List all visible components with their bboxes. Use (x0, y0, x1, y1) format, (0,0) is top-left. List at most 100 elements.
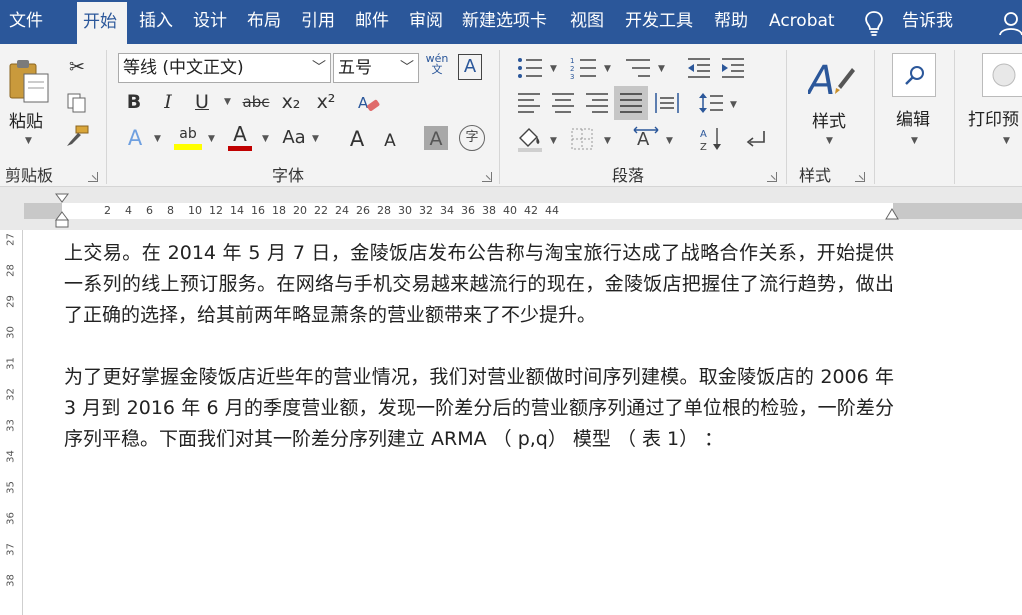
group-separator (874, 50, 875, 184)
tab-design[interactable]: 设计 (193, 0, 227, 44)
align-center-icon[interactable] (550, 91, 576, 115)
tab-acrobat[interactable]: Acrobat (769, 0, 835, 44)
highlight-button[interactable]: ab (174, 126, 202, 150)
ruler-tick-label: 24 (335, 204, 349, 217)
shading-dropdown-icon[interactable]: ▼ (550, 136, 557, 146)
shrink-font-button[interactable]: A (378, 128, 402, 154)
horizontal-ruler[interactable]: 2 4 6 8 10 12 14 16 18 20 22 24 26 28 30 32 34 36 38 40 42 44 (0, 187, 1022, 230)
tab-mailings[interactable]: 邮件 (355, 0, 389, 44)
user-icon[interactable] (998, 10, 1022, 36)
strikethrough-button[interactable]: abc (240, 89, 272, 115)
superscript-button[interactable]: x² (313, 89, 339, 115)
paragraph-launcher-icon[interactable] (767, 172, 777, 182)
subscript-button[interactable]: x₂ (278, 89, 304, 115)
ribbon: 粘贴 ▼ ✂ 剪贴板 等线 (中文正文) ﹀ 五号 ﹀ wén 文 A B I … (0, 44, 1022, 187)
justify-button[interactable] (614, 86, 648, 120)
print-preview-box[interactable] (982, 53, 1022, 97)
borders-dropdown-icon[interactable]: ▼ (604, 136, 611, 146)
change-case-button[interactable]: Aa (280, 125, 308, 151)
font-color-button[interactable]: A (228, 124, 252, 151)
change-case-dropdown-icon[interactable]: ▼ (312, 134, 319, 144)
paste-button[interactable]: 粘贴 (9, 107, 43, 132)
highlight-dropdown-icon[interactable]: ▼ (208, 134, 215, 144)
show-formatting-marks-icon[interactable] (744, 128, 770, 152)
character-shading-button[interactable]: A (424, 126, 448, 150)
sort-icon[interactable]: A Z (698, 126, 724, 152)
chinese-layout-icon[interactable]: A (632, 126, 660, 152)
chevron-down-icon[interactable]: ﹀ (312, 54, 326, 82)
distributed-align-icon[interactable] (654, 91, 680, 115)
print-preview-button[interactable]: 打印预 (968, 105, 1019, 130)
align-right-icon[interactable] (584, 91, 610, 115)
svg-text:A: A (808, 58, 835, 102)
editing-dropdown-icon[interactable]: ▼ (911, 136, 918, 146)
align-left-icon[interactable] (516, 91, 542, 115)
styles-launcher-icon[interactable] (855, 172, 865, 182)
multilevel-dropdown-icon[interactable]: ▼ (658, 64, 665, 74)
increase-indent-icon[interactable] (720, 56, 746, 80)
tab-help[interactable]: 帮助 (714, 0, 748, 44)
chevron-down-icon[interactable]: ﹀ (400, 54, 414, 82)
tab-review[interactable]: 审阅 (409, 0, 443, 44)
phonetic-guide-button[interactable]: wén 文 (425, 53, 449, 75)
enclose-characters-button[interactable]: 字 (459, 125, 485, 151)
tell-me-box[interactable]: 告诉我 (902, 0, 953, 44)
numbering-icon[interactable]: 1 2 3 (570, 56, 598, 80)
multilevel-list-icon[interactable] (624, 56, 652, 80)
tab-file[interactable]: 文件 (9, 0, 43, 44)
tab-insert[interactable]: 插入 (139, 0, 173, 44)
tab-home[interactable]: 开始 (77, 0, 127, 44)
cut-icon[interactable]: ✂ (64, 54, 90, 80)
svg-text:Z: Z (700, 142, 707, 152)
styles-dropdown-icon[interactable]: ▼ (826, 136, 833, 146)
text-effects-dropdown-icon[interactable]: ▼ (154, 134, 161, 144)
shading-icon[interactable] (516, 126, 544, 152)
font-name-combo[interactable]: 等线 (中文正文) ﹀ (118, 53, 331, 83)
numbering-dropdown-icon[interactable]: ▼ (604, 64, 611, 74)
find-box[interactable] (892, 53, 936, 97)
indent-marker-icon[interactable] (55, 192, 69, 230)
line-spacing-dropdown-icon[interactable]: ▼ (730, 100, 737, 110)
styles-icon[interactable]: A (808, 56, 856, 102)
tab-view[interactable]: 视图 (570, 0, 604, 44)
tab-developer[interactable]: 开发工具 (625, 0, 693, 44)
bullets-icon[interactable] (516, 56, 544, 80)
lightbulb-icon[interactable] (861, 9, 887, 37)
italic-button[interactable]: I (156, 89, 180, 115)
format-painter-icon[interactable] (64, 124, 90, 148)
decrease-indent-icon[interactable] (686, 56, 712, 80)
document-page[interactable]: 上交易。在 2014 年 5 月 7 日，金陵饭店发布公告称与淘宝旅行达成了战略… (23, 230, 1022, 615)
tab-new-tab[interactable]: 新建选项卡 (462, 0, 547, 44)
paste-icon[interactable] (6, 56, 52, 106)
clipboard-launcher-icon[interactable] (88, 172, 98, 182)
document-paragraph-1[interactable]: 上交易。在 2014 年 5 月 7 日，金陵饭店发布公告称与淘宝旅行达成了战略… (64, 238, 894, 331)
right-indent-marker-icon[interactable] (885, 207, 899, 221)
chinese-layout-dropdown-icon[interactable]: ▼ (666, 136, 673, 146)
bold-button[interactable]: B (122, 89, 146, 115)
vertical-ruler-tick-label: 33 (5, 419, 17, 432)
font-size-combo[interactable]: 五号 ﹀ (333, 53, 419, 83)
font-color-dropdown-icon[interactable]: ▼ (262, 134, 269, 144)
tab-layout[interactable]: 布局 (247, 0, 281, 44)
vertical-ruler[interactable]: 27 28 29 30 31 32 33 34 35 36 37 38 (0, 230, 23, 615)
print-dropdown-icon[interactable]: ▼ (1003, 136, 1010, 146)
text-effects-button[interactable]: A (122, 125, 148, 151)
tab-references[interactable]: 引用 (301, 0, 335, 44)
bullets-dropdown-icon[interactable]: ▼ (550, 64, 557, 74)
underline-dropdown-icon[interactable]: ▼ (224, 97, 231, 107)
styles-group-label: 样式 (799, 166, 832, 185)
borders-icon[interactable] (570, 127, 594, 151)
styles-button[interactable]: 样式 (812, 107, 846, 132)
grow-font-button[interactable]: A (344, 126, 370, 152)
clear-formatting-icon[interactable]: A (356, 92, 382, 116)
line-spacing-icon[interactable] (698, 91, 724, 115)
character-border-button[interactable]: A (458, 54, 482, 80)
paste-dropdown-icon[interactable]: ▼ (25, 136, 32, 146)
editing-button[interactable]: 编辑 (896, 105, 930, 130)
font-launcher-icon[interactable] (482, 172, 492, 182)
underline-button[interactable]: U (190, 89, 214, 115)
ruler-tick-label: 34 (440, 204, 454, 217)
document-paragraph-2[interactable]: 为了更好掌握金陵饭店近些年的营业情况，我们对营业额做时间序列建模。取金陵饭店的 … (64, 362, 894, 455)
ruler-tick-label: 10 (188, 204, 202, 217)
copy-icon[interactable] (66, 92, 88, 114)
